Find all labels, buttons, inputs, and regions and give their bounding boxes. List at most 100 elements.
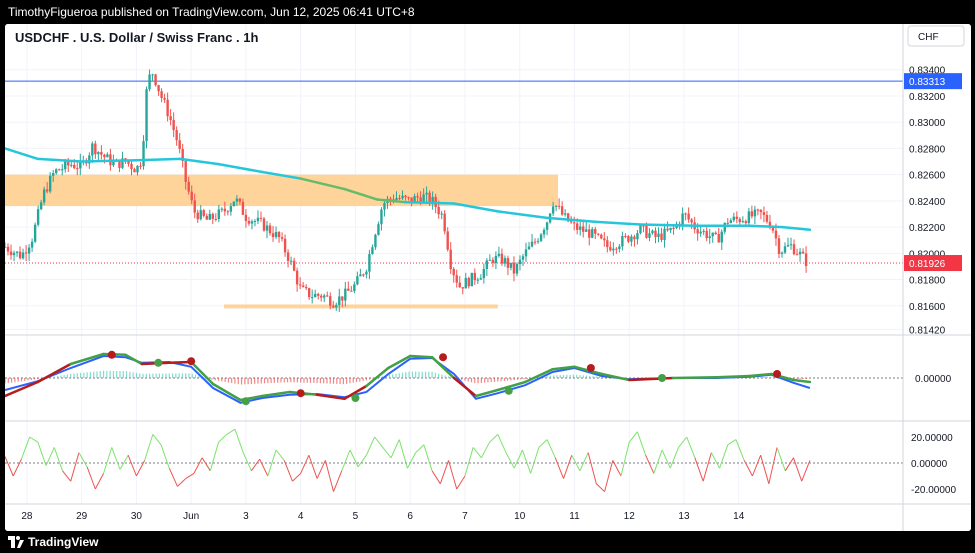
time-tick-label: 29 [76,511,88,522]
candle-body [356,276,359,285]
candle-body [717,233,720,243]
candle-body [606,240,609,248]
time-tick-label: 3 [243,511,249,522]
chart-background [5,24,971,531]
candle-body [374,234,377,248]
candle-body [705,230,708,239]
screenshot-frame: TimothyFigueroa published on TradingView… [0,0,975,553]
candle-body [609,247,612,251]
candle-body [708,236,711,239]
candle-body [729,220,732,224]
candle-body [572,222,576,224]
candle-body [395,198,398,200]
moving-average-segment [638,223,697,228]
candle-body [48,175,52,192]
candle-body [512,262,516,274]
time-tick-label: 4 [298,511,304,522]
chart-panel[interactable]: 0.83400 0.83200 0.83000 0.82800 0.82600 0.824… [5,24,971,531]
candle-body [473,272,477,281]
publisher-text: TimothyFigueroa published on TradingView… [8,5,415,19]
moving-average-segment [135,157,182,162]
oscillator-1-cross-point [773,370,782,378]
support-resistance-zone [5,174,559,207]
candle-body [33,224,37,242]
candle-body [624,236,627,238]
chart-svg[interactable]: 0.834000.832000.830000.828000.826000.824… [5,24,971,531]
candle-body [307,288,311,298]
candle-body [756,209,760,211]
oscillator-1-cross-point [351,394,360,402]
candle-body [536,240,540,242]
oscillator-1-fast-segment [671,375,719,380]
candle-body [196,212,199,220]
candle-body [735,216,739,219]
candle-body [669,227,672,231]
oscillator-1-cross-point [504,386,513,395]
oscillator-1-cross-point [296,389,305,398]
candle-body [265,225,269,231]
candle-body [798,251,802,255]
candle-body [600,234,603,239]
candle-body [347,288,350,291]
candle-body [437,206,440,215]
candle-body [160,91,163,98]
price-tick-label: 0.82400 [909,197,946,208]
candle-body [557,205,561,207]
candle-body [690,219,693,223]
candle-body [527,246,531,250]
candle-body [699,231,702,234]
candle-body [521,256,525,260]
candle-body [338,296,341,306]
price-tick-label: 0.83000 [909,118,946,129]
candle-body [789,244,793,246]
candle-body [479,278,483,280]
candle-body [597,233,600,235]
time-tick-label: 30 [131,511,143,522]
candle-body [262,218,266,231]
candle-body [660,233,663,240]
price-tick-label: 0.83200 [909,92,946,103]
candle-body [594,229,597,234]
candle-body [759,209,763,213]
tradingview-logo-icon [8,536,24,548]
candle-body [783,246,787,253]
candle-body [542,229,546,235]
candle-body [461,287,464,289]
candle-body [199,210,202,220]
candle-body [464,277,467,289]
candle-body [205,215,208,220]
candle-body [485,260,489,269]
candle-body [190,191,193,201]
moving-average-segment [748,224,784,229]
candle-body [280,237,284,239]
candle-body [530,241,534,247]
candle-body [169,116,172,121]
oscillator-2-tick-label: -20.00000 [911,485,956,496]
candle-body [648,233,651,238]
brand-name: TradingView [28,535,99,549]
candle-body [639,225,642,234]
time-tick-label: 7 [462,511,468,522]
candle-body [172,120,175,131]
candle-body [187,181,190,192]
candle-body [497,253,501,256]
candle-body [344,288,347,301]
horizontal-line-label: 0.83313 [909,77,946,88]
candle-body [97,151,100,155]
candle-body [804,253,808,266]
candle-body [157,85,160,92]
candle-body [292,260,296,271]
candle-body [750,211,754,217]
oscillator-1-fast-segment [715,374,751,379]
moving-average-segment [80,158,138,163]
candle-body [100,151,103,155]
candle-body [771,227,775,231]
candle-body [720,231,723,243]
price-tick-label: 0.82600 [909,171,946,182]
candle-body [663,228,666,240]
candle-body [645,225,648,238]
candle-body [786,245,790,247]
candle-body [500,253,504,264]
candle-body [27,247,31,254]
brand-bar: TradingView [0,531,975,553]
